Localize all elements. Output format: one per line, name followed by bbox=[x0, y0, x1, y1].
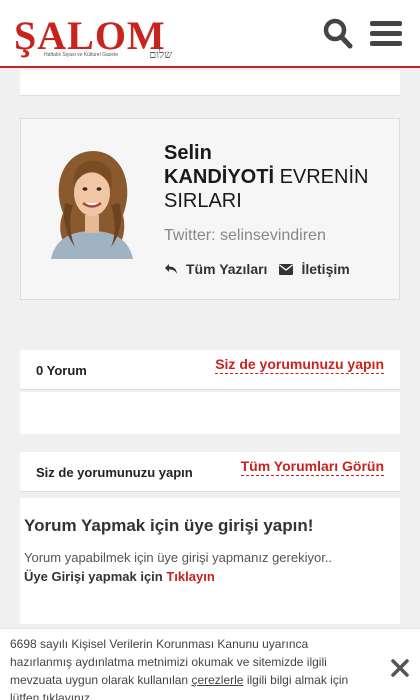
search-icon bbox=[323, 18, 353, 49]
comment-count-bar: 0 Yorum Siz de yorumunuzu yapın bbox=[20, 350, 400, 390]
tab-write-comment[interactable]: Siz de yorumunuzu yapın bbox=[36, 465, 193, 480]
login-title: Yorum Yapmak için üye girişi yapın! bbox=[24, 516, 314, 535]
login-link-prefix: Üye Girişi yapmak için bbox=[24, 569, 167, 584]
write-comment-link[interactable]: Siz de yorumunuzu yapın bbox=[215, 356, 384, 374]
author-last-name: KANDİYOTİ bbox=[164, 166, 274, 188]
author-first-name: Selin bbox=[164, 142, 212, 164]
cookie-close-button[interactable] bbox=[390, 658, 410, 678]
login-link-line: Üye Girişi yapmak için Tıklayın bbox=[24, 569, 215, 584]
author-name: Selin KANDİYOTİ EVRENİN SIRLARI bbox=[164, 141, 394, 213]
reply-arrow-icon bbox=[165, 264, 177, 274]
author-card: Selin KANDİYOTİ EVRENİN SIRLARI Twitter:… bbox=[20, 118, 400, 300]
login-prompt: Yorum Yapmak için üye girişi yapın! Yoru… bbox=[20, 498, 400, 624]
author-twitter[interactable]: Twitter: selinsevindiren bbox=[164, 227, 326, 245]
comment-count: 0 Yorum bbox=[36, 363, 87, 378]
cookie-text: 6698 sayılı Kişisel Verilerin Korunması … bbox=[10, 635, 370, 700]
comment-tabs-bar: Siz de yorumunuzu yapın Tüm Yorumları Gö… bbox=[20, 452, 400, 492]
search-button[interactable] bbox=[320, 16, 356, 52]
author-links: Tüm Yazıları İletişim bbox=[164, 261, 350, 277]
author-photo[interactable] bbox=[43, 143, 141, 259]
comments-area bbox=[20, 392, 400, 434]
envelope-icon bbox=[279, 263, 294, 275]
all-posts-link[interactable]: Tüm Yazıları bbox=[164, 261, 267, 277]
site-logo[interactable]: ŞALOM Haftalık Siyasi ve Kültürel Gazete… bbox=[14, 8, 174, 62]
menu-button[interactable] bbox=[368, 16, 404, 52]
contact-label: İletişim bbox=[301, 261, 350, 277]
site-header: ŞALOM Haftalık Siyasi ve Kültürel Gazete… bbox=[0, 0, 420, 68]
logo-hebrew: שלום bbox=[149, 48, 172, 61]
all-posts-label: Tüm Yazıları bbox=[186, 261, 268, 277]
login-link[interactable]: Tıklayın bbox=[166, 569, 214, 584]
hamburger-menu-icon bbox=[370, 21, 402, 46]
login-text: Yorum yapabilmek için üye girişi yapmanı… bbox=[24, 550, 333, 565]
cookie-banner: 6698 sayılı Kişisel Verilerin Korunması … bbox=[0, 628, 420, 700]
see-all-comments-link[interactable]: Tüm Yorumları Görün bbox=[240, 458, 384, 476]
content-strip bbox=[20, 70, 400, 96]
close-icon bbox=[391, 659, 409, 677]
logo-tagline: Haftalık Siyasi ve Kültürel Gazete bbox=[44, 52, 119, 58]
cookie-policy-link[interactable]: çerezlerle bbox=[191, 673, 243, 687]
contact-link[interactable]: İletişim bbox=[279, 261, 350, 277]
